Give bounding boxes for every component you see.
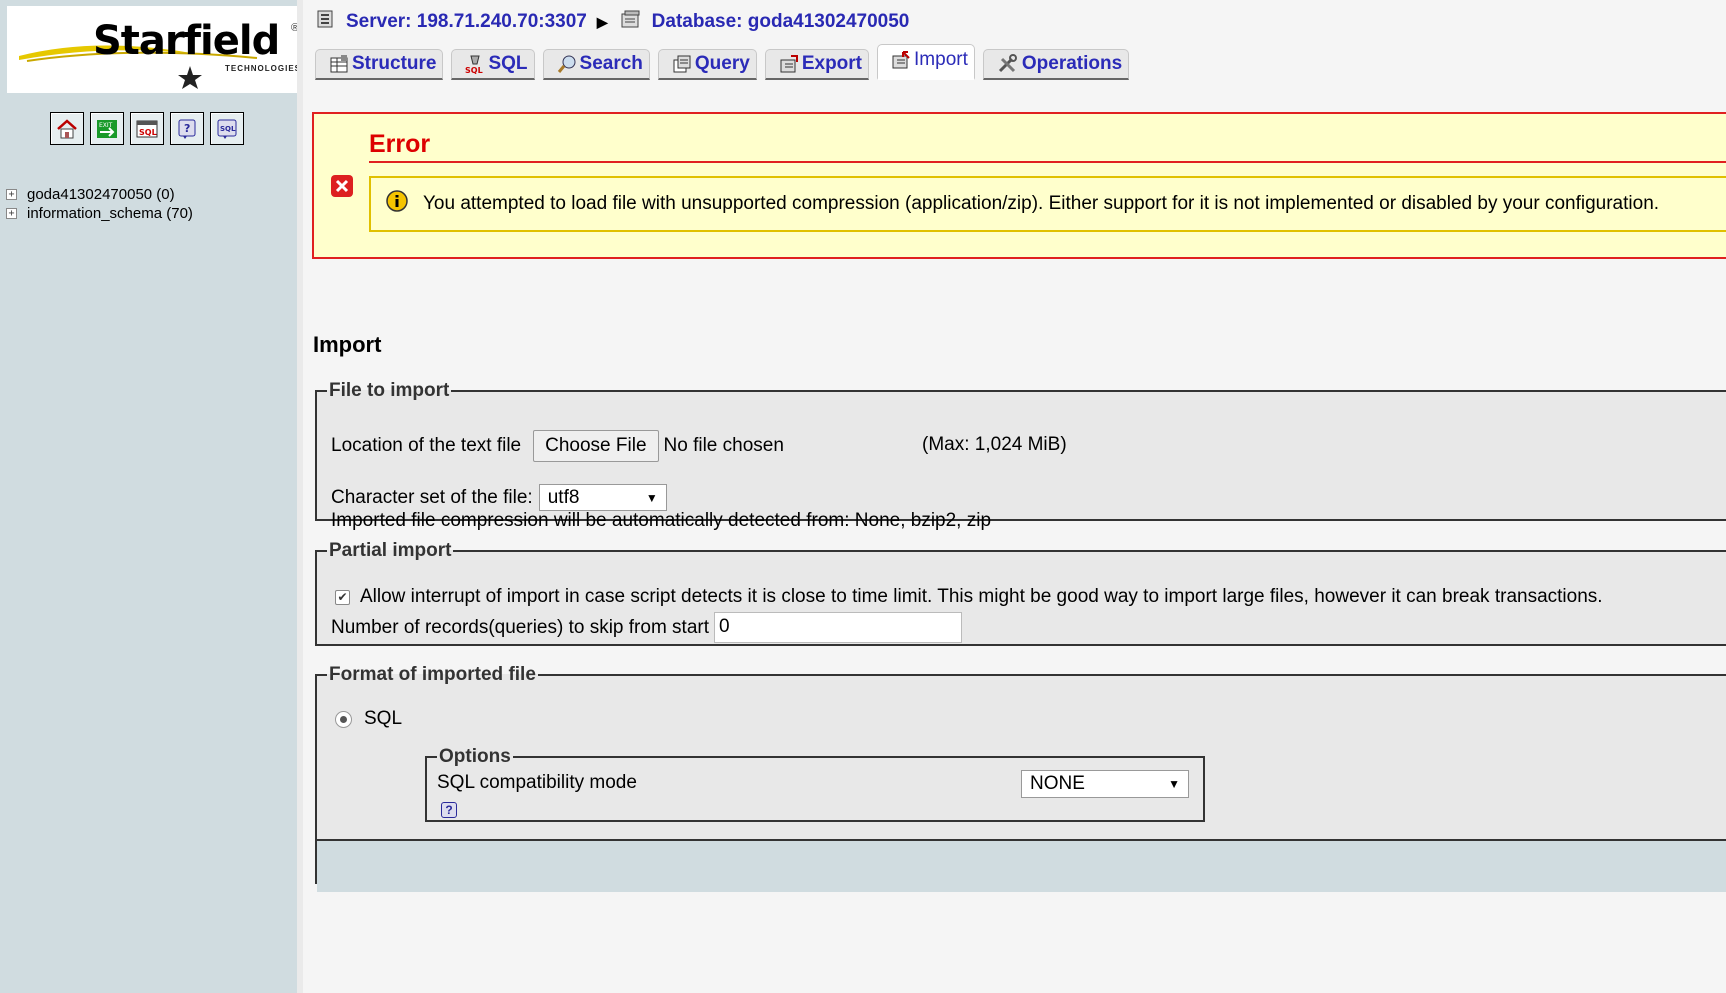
svg-text:SQL: SQL <box>220 125 236 133</box>
frame-divider[interactable] <box>297 0 303 993</box>
logo-brand: Starfield <box>93 18 280 64</box>
tab-label: Structure <box>352 53 437 74</box>
tab-export[interactable]: Export <box>764 49 870 80</box>
charset-label: Character set of the file: <box>331 486 533 508</box>
sql-documentation-icon[interactable]: SQL <box>210 112 244 145</box>
error-icon <box>330 174 354 204</box>
tab-query[interactable]: Query <box>657 49 757 80</box>
import-icon <box>892 50 910 68</box>
compat-mode-value: NONE <box>1030 773 1085 794</box>
starfield-logo[interactable]: Starfield ® TECHNOLOGIES <box>7 6 300 93</box>
svg-text:SQL: SQL <box>139 128 157 137</box>
server-link[interactable]: Server: 198.71.240.70:3307 <box>346 11 587 33</box>
error-text: You attempted to load file with unsuppor… <box>423 193 1660 214</box>
charset-select[interactable]: utf8 ▼ <box>538 484 667 511</box>
error-message-box: Error You attempted to load file with un… <box>312 112 1726 259</box>
section-legend: Partial import <box>329 540 452 561</box>
skip-label: Number of records(queries) to skip from … <box>331 616 710 638</box>
search-icon <box>557 55 576 73</box>
quick-links: EXIT SQL ? SQL <box>50 112 244 145</box>
tab-operations[interactable]: Operations <box>982 49 1130 80</box>
database-label[interactable]: goda41302470050 (0) <box>27 185 175 204</box>
form-footer-bar <box>317 839 1726 892</box>
database-icon <box>620 9 642 35</box>
format-section: Format of imported file SQL Options SQL … <box>315 664 1726 892</box>
database-item[interactable]: + goda41302470050 (0) <box>6 185 193 204</box>
choose-file-button[interactable]: Choose File <box>533 430 659 462</box>
page-title: Import <box>313 332 382 357</box>
operations-icon <box>998 54 1017 73</box>
tab-label: Operations <box>1021 53 1123 74</box>
section-legend: Options <box>439 746 511 767</box>
tab-label: SQL <box>488 53 528 74</box>
separator-arrow-icon: ▶ <box>596 13 608 30</box>
database-tree: + goda41302470050 (0) + information_sche… <box>6 185 193 223</box>
tab-bar: Structure SQL SQL Search Query Export Im… <box>315 44 1137 80</box>
documentation-icon[interactable]: ? <box>170 112 204 145</box>
format-sql-label[interactable]: SQL <box>364 708 402 730</box>
logo-subtitle: TECHNOLOGIES <box>225 64 302 73</box>
file-to-import-section: File to import Location of the text file… <box>315 380 1726 531</box>
exit-icon[interactable]: EXIT <box>90 112 124 145</box>
query-icon <box>673 55 691 73</box>
navigation-frame: Starfield ® TECHNOLOGIES EXIT SQL ? SQL … <box>0 0 300 993</box>
database-label[interactable]: information_schema (70) <box>27 204 193 223</box>
compat-mode-select[interactable]: NONE ▼ <box>1021 770 1189 798</box>
sql-icon: SQL <box>465 55 483 74</box>
format-sql-radio[interactable] <box>335 710 352 728</box>
partial-import-section: Partial import ✔ Allow interrupt of impo… <box>315 540 1726 646</box>
svg-text:EXIT: EXIT <box>99 122 113 129</box>
allow-interrupt-checkbox[interactable]: ✔ <box>335 589 350 605</box>
compression-note: Imported file compression will be automa… <box>331 510 992 531</box>
tab-label: Import <box>914 48 968 70</box>
sql-query-window-icon[interactable]: SQL <box>130 112 164 145</box>
dropdown-arrow-icon: ▼ <box>1168 777 1180 791</box>
server-icon <box>316 9 336 35</box>
charset-value: utf8 <box>547 486 580 508</box>
database-item[interactable]: + information_schema (70) <box>6 204 193 223</box>
section-legend: File to import <box>329 380 450 401</box>
structure-icon <box>330 55 348 73</box>
tab-label: Query <box>694 53 750 74</box>
expand-icon[interactable]: + <box>6 208 17 219</box>
compat-label: SQL compatibility mode <box>437 772 637 793</box>
home-icon[interactable] <box>50 112 84 145</box>
svg-text:SQL: SQL <box>465 66 483 74</box>
sql-options-section: Options SQL compatibility mode ? NONE ▼ <box>425 746 1205 822</box>
skip-records-input[interactable]: 0 <box>714 612 963 643</box>
svg-text:?: ? <box>184 122 190 135</box>
breadcrumb: Server: 198.71.240.70:3307 ▶ Database: g… <box>316 9 909 35</box>
warning-icon <box>385 189 409 219</box>
tab-label: Export <box>801 53 863 74</box>
expand-icon[interactable]: + <box>6 189 17 200</box>
tab-structure[interactable]: Structure <box>315 49 444 80</box>
tab-import[interactable]: Import <box>877 44 975 80</box>
error-title: Error <box>369 130 1726 163</box>
location-label: Location of the text file <box>331 435 522 456</box>
dropdown-arrow-icon: ▼ <box>645 490 658 505</box>
export-icon <box>780 55 798 73</box>
tab-sql[interactable]: SQL SQL <box>451 49 535 80</box>
max-size-text: (Max: 1,024 MiB) <box>922 434 1067 455</box>
error-detail: You attempted to load file with unsuppor… <box>369 176 1726 232</box>
tab-label: Search <box>579 53 643 74</box>
no-file-text: No file chosen <box>663 435 784 456</box>
database-link[interactable]: Database: goda41302470050 <box>652 11 910 33</box>
section-legend: Format of imported file <box>329 664 536 685</box>
help-icon[interactable]: ? <box>441 802 457 818</box>
allow-interrupt-label[interactable]: Allow interrupt of import in case script… <box>360 586 1603 608</box>
tab-search[interactable]: Search <box>542 49 650 80</box>
